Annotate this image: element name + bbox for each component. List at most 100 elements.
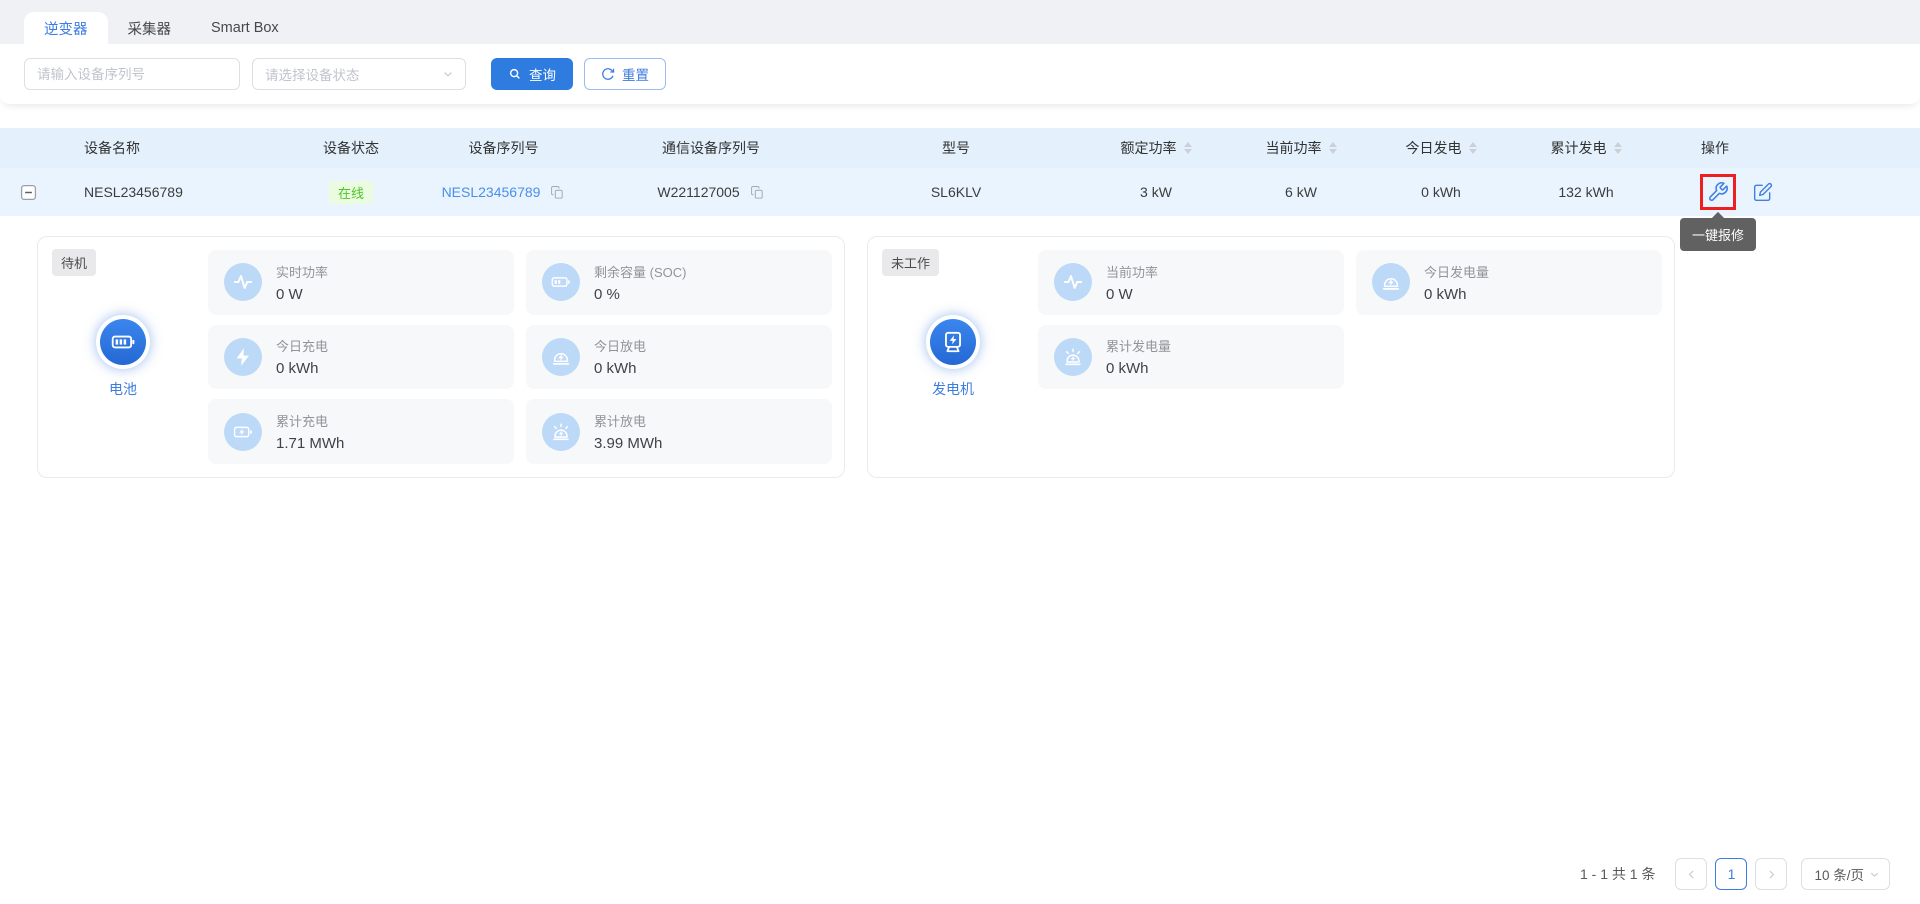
battery-status-badge: 待机 — [52, 249, 96, 276]
stat-label: 当前功率 — [1106, 262, 1158, 281]
col-comm-serial: 通信设备序列号 — [591, 138, 831, 158]
stat-card-today-discharge: 今日放电 0 kWh — [526, 325, 832, 390]
table-row: NESL23456789 在线 NESL23456789 W221127005 … — [0, 168, 1920, 216]
power-wave-icon — [224, 263, 262, 301]
stat-card-total-gen: 累计发电量 0 kWh — [1038, 325, 1344, 390]
pagination: 1 - 1 共 1 条 1 10 条/页 — [1580, 858, 1890, 890]
siren-bolt-icon — [542, 413, 580, 451]
lamp-bolt-icon — [1372, 263, 1410, 301]
search-icon — [508, 67, 522, 81]
stat-label: 今日发电量 — [1424, 262, 1489, 281]
stat-card-soc: 剩余容量 (SOC) 0 % — [526, 250, 832, 315]
col-total-generation[interactable]: 累计发电 — [1511, 138, 1661, 158]
copy-icon[interactable] — [750, 185, 765, 200]
cell-actions: 一键报修 — [1661, 175, 1920, 209]
minus-square-icon[interactable] — [20, 184, 37, 201]
pagination-total: 1 - 1 共 1 条 — [1580, 864, 1655, 884]
filter-bar: 请选择设备状态 查询 重置 — [0, 44, 1920, 104]
reset-button[interactable]: 重置 — [584, 58, 666, 90]
col-device-status: 设备状态 — [286, 138, 416, 158]
col-rated-power-label: 额定功率 — [1121, 138, 1177, 158]
reset-button-label: 重置 — [622, 64, 649, 84]
battery-icon — [96, 315, 150, 369]
chevron-down-icon — [1868, 868, 1881, 881]
cell-model: SL6KLV — [831, 184, 1081, 200]
battery-level-icon — [542, 263, 580, 301]
tools-icon — [1707, 181, 1729, 203]
battery-panel: 待机 电池 实时功率 0 W — [37, 236, 845, 478]
stat-label: 今日充电 — [276, 336, 328, 355]
caret-sort-icon[interactable] — [1614, 142, 1622, 154]
copy-icon[interactable] — [550, 185, 565, 200]
stat-card-realtime-power: 实时功率 0 W — [208, 250, 514, 315]
status-select-placeholder: 请选择设备状态 — [265, 64, 360, 84]
device-management-page: 逆变器 采集器 Smart Box 请选择设备状态 查询 重置 — [0, 0, 1920, 904]
col-actions: 操作 — [1661, 138, 1920, 158]
stat-card-today-charge: 今日充电 0 kWh — [208, 325, 514, 390]
stat-label: 累计放电 — [594, 411, 662, 430]
status-select[interactable]: 请选择设备状态 — [252, 58, 466, 90]
battery-device-label: 电池 — [109, 379, 137, 399]
refresh-icon — [601, 67, 615, 81]
page-size-value: 10 条/页 — [1814, 864, 1864, 884]
stat-value: 0 kWh — [1106, 360, 1171, 377]
serial-input[interactable] — [24, 58, 240, 90]
power-wave-icon — [1054, 263, 1092, 301]
row-expanded-detail: 待机 电池 实时功率 0 W — [0, 216, 1920, 478]
table-header: 设备名称 设备状态 设备序列号 通信设备序列号 型号 额定功率 当前功率 今日发… — [0, 128, 1920, 168]
stat-value: 0 W — [276, 286, 328, 303]
chevron-left-icon — [1685, 868, 1698, 881]
cell-device-serial: NESL23456789 — [416, 184, 591, 200]
col-model: 型号 — [831, 138, 1081, 158]
siren-bolt-icon — [1054, 338, 1092, 376]
stat-value: 1.71 MWh — [276, 435, 344, 452]
stat-label: 累计充电 — [276, 411, 344, 430]
bolt-icon — [224, 338, 262, 376]
query-button[interactable]: 查询 — [491, 58, 573, 90]
stat-label: 今日放电 — [594, 336, 646, 355]
tab-bar: 逆变器 采集器 Smart Box — [0, 0, 1920, 44]
device-table: 设备名称 设备状态 设备序列号 通信设备序列号 型号 额定功率 当前功率 今日发… — [0, 128, 1920, 216]
col-device-name: 设备名称 — [56, 138, 286, 158]
stat-card-today-gen: 今日发电量 0 kWh — [1356, 250, 1662, 315]
cell-rated-power: 3 kW — [1081, 184, 1231, 200]
stat-card-total-charge: 累计充电 1.71 MWh — [208, 399, 514, 464]
serial-link[interactable]: NESL23456789 — [442, 184, 541, 200]
caret-sort-icon[interactable] — [1329, 142, 1337, 154]
stat-card-current-power: 当前功率 0 W — [1038, 250, 1344, 315]
lamp-bolt-icon — [542, 338, 580, 376]
query-button-label: 查询 — [529, 64, 556, 84]
status-badge: 在线 — [329, 181, 373, 204]
caret-sort-icon[interactable] — [1469, 142, 1477, 154]
tab-inverter[interactable]: 逆变器 — [24, 12, 108, 44]
page-size-select[interactable]: 10 条/页 — [1801, 858, 1890, 890]
stat-value: 0 kWh — [1424, 286, 1489, 303]
col-current-power[interactable]: 当前功率 — [1231, 138, 1371, 158]
col-today-generation-label: 今日发电 — [1406, 138, 1462, 158]
col-today-generation[interactable]: 今日发电 — [1371, 138, 1511, 158]
stat-value: 0 kWh — [276, 360, 328, 377]
stat-label: 剩余容量 (SOC) — [594, 262, 686, 281]
page-number-button[interactable]: 1 — [1715, 858, 1747, 890]
tab-collector[interactable]: 采集器 — [108, 12, 192, 44]
cell-today-generation: 0 kWh — [1371, 184, 1511, 200]
battery-bolt-icon — [224, 413, 262, 451]
next-page-button[interactable] — [1755, 858, 1787, 890]
repair-button[interactable]: 一键报修 — [1701, 175, 1735, 209]
edit-button[interactable] — [1753, 182, 1773, 202]
repair-tooltip: 一键报修 — [1680, 218, 1756, 251]
caret-sort-icon[interactable] — [1184, 142, 1192, 154]
col-total-generation-label: 累计发电 — [1551, 138, 1607, 158]
cell-current-power: 6 kW — [1231, 184, 1371, 200]
cell-device-status: 在线 — [286, 181, 416, 204]
col-device-serial: 设备序列号 — [416, 138, 591, 158]
stat-label: 实时功率 — [276, 262, 328, 281]
generator-status-badge: 未工作 — [882, 249, 939, 276]
tab-smartbox[interactable]: Smart Box — [191, 12, 299, 44]
prev-page-button[interactable] — [1675, 858, 1707, 890]
generator-device-label: 发电机 — [932, 379, 974, 399]
stat-card-total-discharge: 累计放电 3.99 MWh — [526, 399, 832, 464]
col-current-power-label: 当前功率 — [1266, 138, 1322, 158]
col-rated-power[interactable]: 额定功率 — [1081, 138, 1231, 158]
chevron-down-icon — [441, 67, 455, 81]
